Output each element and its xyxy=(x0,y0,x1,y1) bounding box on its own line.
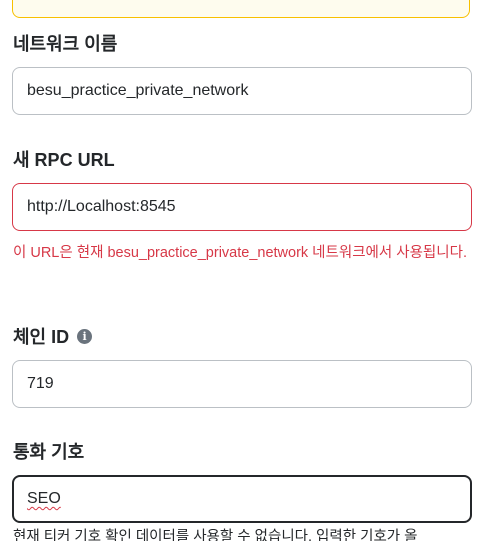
chain-id-label: 체인 ID i xyxy=(13,323,93,349)
currency-symbol-label: 통화 기호 xyxy=(13,438,84,464)
currency-symbol-value: SEO xyxy=(27,490,61,507)
network-name-label-text: 네트워크 이름 xyxy=(13,34,118,54)
chain-id-label-text: 체인 ID xyxy=(13,327,70,347)
add-network-form: 네트워크 이름 besu_practice_private_network 새 … xyxy=(0,0,499,541)
rpc-url-error-message: 이 URL은 현재 besu_practice_private_network … xyxy=(13,245,467,261)
info-icon[interactable]: i xyxy=(77,328,93,344)
rpc-url-value: http://Localhost:8545 xyxy=(27,198,176,215)
currency-symbol-label-text: 통화 기호 xyxy=(13,442,85,462)
rpc-url-input[interactable]: http://Localhost:8545 xyxy=(12,183,472,231)
chain-id-value: 719 xyxy=(27,375,54,392)
network-name-value: besu_practice_private_network xyxy=(27,82,249,99)
network-name-label: 네트워크 이름 xyxy=(13,30,117,56)
chain-id-input[interactable]: 719 xyxy=(12,360,472,408)
warning-banner xyxy=(12,0,470,18)
currency-symbol-input[interactable]: SEO xyxy=(12,475,472,523)
rpc-url-label-text: 새 RPC URL xyxy=(13,150,115,170)
currency-symbol-hint: 현재 티커 기호 확인 데이터를 사용할 수 없습니다. 입력한 기호가 올 xyxy=(13,529,418,541)
network-name-input[interactable]: besu_practice_private_network xyxy=(12,67,472,115)
rpc-url-label: 새 RPC URL xyxy=(13,146,115,172)
